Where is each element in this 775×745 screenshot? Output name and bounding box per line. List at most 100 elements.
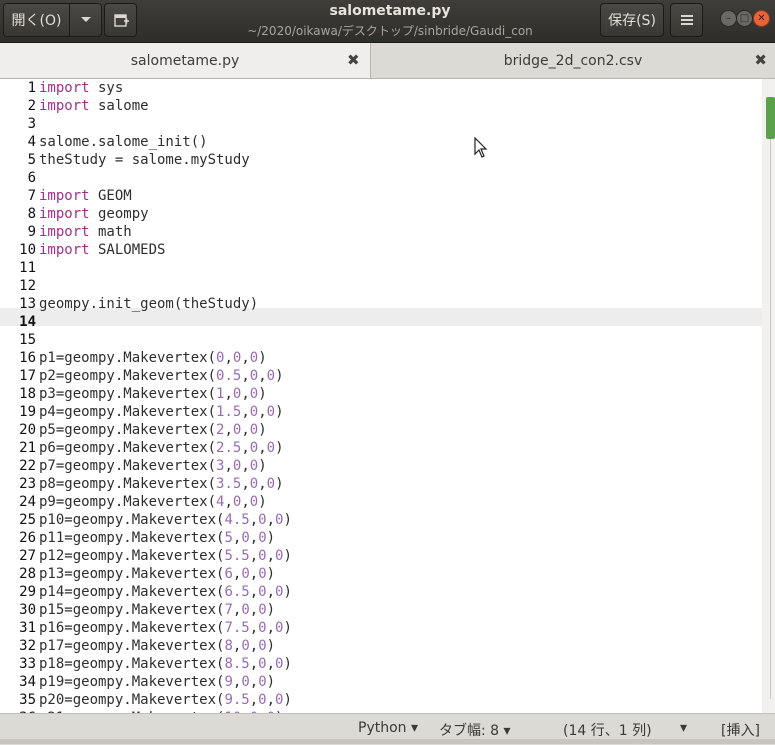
code-line[interactable]: import salome: [39, 97, 292, 115]
chevron-down-icon: ▾: [503, 723, 511, 739]
line-number: 11: [19, 260, 36, 276]
line-number: 28: [19, 566, 36, 582]
code-line[interactable]: p8=geompy.Makevertex(3.5,0,0): [39, 475, 292, 493]
language-selector[interactable]: Python ▾: [358, 720, 418, 736]
code-line[interactable]: [39, 331, 292, 349]
close-tab-icon[interactable]: ✖: [347, 51, 360, 69]
code-line[interactable]: p2=geompy.Makevertex(0.5,0,0): [39, 367, 292, 385]
line-number: 15: [19, 332, 36, 348]
code-line[interactable]: p4=geompy.Makevertex(1.5,0,0): [39, 403, 292, 421]
line-number: 29: [19, 584, 36, 600]
code-line[interactable]: p3=geompy.Makevertex(1,0,0): [39, 385, 292, 403]
code-line[interactable]: [39, 169, 292, 187]
line-number: 7: [27, 188, 36, 204]
code-line[interactable]: [39, 313, 292, 331]
mouse-pointer-icon: [474, 137, 488, 158]
tab-salometame-py[interactable]: salometame.py ✖: [0, 43, 371, 78]
line-number: 31: [19, 620, 36, 636]
hamburger-menu-button[interactable]: [670, 3, 703, 37]
code-editor[interactable]: 1 2 3 4 5 6 7 8 9 10 11 12 13 14 15 16 17 18 19 20 21 22 23 24 2…: [0, 79, 762, 713]
line-number: 26: [19, 530, 36, 546]
close-window-button[interactable]: ✕: [753, 10, 770, 27]
scrollbar-thumb[interactable]: [766, 97, 775, 139]
document-path: ~/2020/oikawa/デスクトップ/sinbride/Gaudi_con: [247, 24, 533, 38]
code-line[interactable]: p12=geompy.Makevertex(5.5,0,0): [39, 547, 292, 565]
maximize-icon: □: [739, 12, 750, 24]
line-number: 19: [19, 404, 36, 420]
line-number: 16: [19, 350, 36, 366]
code-line[interactable]: p11=geompy.Makevertex(5,0,0): [39, 529, 292, 547]
position-dropdown[interactable]: ▾: [680, 720, 687, 736]
tab-bar: salometame.py ✖ bridge_2d_con2.csv ✖: [0, 43, 775, 79]
line-number: 8: [27, 206, 36, 222]
open-button-label: 開く(O): [11, 13, 62, 29]
code-line[interactable]: p19=geompy.Makevertex(9,0,0): [39, 673, 292, 691]
code-line[interactable]: [39, 115, 292, 133]
code-line[interactable]: import GEOM: [39, 187, 292, 205]
line-number: 6: [27, 170, 36, 186]
save-button-label: 保存(S): [608, 13, 656, 29]
code-text-area[interactable]: import sys import salome salome.salome_ini…: [39, 79, 292, 713]
line-number: 34: [19, 674, 36, 690]
line-number: 10: [19, 242, 36, 258]
code-line[interactable]: import sys: [39, 79, 292, 97]
code-line[interactable]: p18=geompy.Makevertex(8.5,0,0): [39, 655, 292, 673]
bottom-edge: [0, 739, 775, 744]
code-line[interactable]: p10=geompy.Makevertex(4.5,0,0): [39, 511, 292, 529]
line-number: 20: [19, 422, 36, 438]
line-number: 24: [19, 494, 36, 510]
document-title: salometame.py: [329, 3, 451, 19]
close-tab-icon[interactable]: ✖: [754, 51, 767, 69]
code-line[interactable]: p20=geompy.Makevertex(9.5,0,0): [39, 691, 292, 709]
line-number: 4: [27, 134, 36, 150]
maximize-button[interactable]: □: [736, 10, 753, 27]
tab-bridge-2d-con2-csv[interactable]: bridge_2d_con2.csv ✖: [371, 43, 775, 78]
line-number: 30: [19, 602, 36, 618]
code-line[interactable]: p5=geompy.Makevertex(2,0,0): [39, 421, 292, 439]
code-line[interactable]: p6=geompy.Makevertex(2.5,0,0): [39, 439, 292, 457]
line-number: 2: [27, 98, 36, 114]
language-label: Python: [358, 720, 407, 736]
code-line[interactable]: p15=geompy.Makevertex(7,0,0): [39, 601, 292, 619]
code-line[interactable]: p14=geompy.Makevertex(6.5,0,0): [39, 583, 292, 601]
line-number-gutter: 1 2 3 4 5 6 7 8 9 10 11 12 13 14 15 16 17 18 19 20 21 22 23 24 2…: [0, 79, 36, 713]
line-number: 5: [27, 152, 36, 168]
code-line[interactable]: p9=geompy.Makevertex(4,0,0): [39, 493, 292, 511]
tab-label: bridge_2d_con2.csv: [503, 52, 643, 69]
close-icon: ✕: [757, 12, 766, 24]
code-line[interactable]: p17=geompy.Makevertex(8,0,0): [39, 637, 292, 655]
code-line[interactable]: import SALOMEDS: [39, 241, 292, 259]
insert-mode-indicator: [挿入]: [721, 723, 760, 739]
code-line[interactable]: geompy.init_geom(theStudy): [39, 295, 292, 313]
line-number: 22: [19, 458, 36, 474]
code-line[interactable]: p13=geompy.Makevertex(6,0,0): [39, 565, 292, 583]
vertical-scrollbar[interactable]: [762, 79, 775, 713]
window-title: salometame.py ~/2020/oikawa/デスクトップ/sinbr…: [180, 2, 600, 39]
new-document-icon: [113, 14, 129, 27]
code-line[interactable]: p1=geompy.Makevertex(0,0,0): [39, 349, 292, 367]
open-recent-dropdown-button[interactable]: [69, 3, 102, 37]
line-number: 14: [19, 314, 36, 330]
line-number: 32: [19, 638, 36, 654]
tab-width-selector[interactable]: タブ幅: 8 ▾: [439, 720, 511, 740]
line-number: 27: [19, 548, 36, 564]
line-number: 35: [19, 692, 36, 708]
line-number: 21: [19, 440, 36, 456]
minimize-icon: –: [726, 12, 731, 24]
save-button[interactable]: 保存(S): [600, 3, 664, 37]
code-line[interactable]: p7=geompy.Makevertex(3,0,0): [39, 457, 292, 475]
line-number: 25: [19, 512, 36, 528]
cursor-position[interactable]: (14 行、1 列): [563, 720, 652, 740]
new-document-button[interactable]: [104, 3, 137, 37]
code-line[interactable]: [39, 259, 292, 277]
open-button[interactable]: 開く(O): [3, 3, 70, 37]
code-line[interactable]: import geompy: [39, 205, 292, 223]
line-number: 23: [19, 476, 36, 492]
code-line[interactable]: [39, 277, 292, 295]
code-line[interactable]: p16=geompy.Makevertex(7.5,0,0): [39, 619, 292, 637]
chevron-down-icon: [80, 17, 91, 22]
code-line[interactable]: import math: [39, 223, 292, 241]
code-line[interactable]: theStudy = salome.myStudy: [39, 151, 292, 169]
code-line[interactable]: salome.salome_init(): [39, 133, 292, 151]
minimize-button[interactable]: –: [720, 10, 737, 27]
